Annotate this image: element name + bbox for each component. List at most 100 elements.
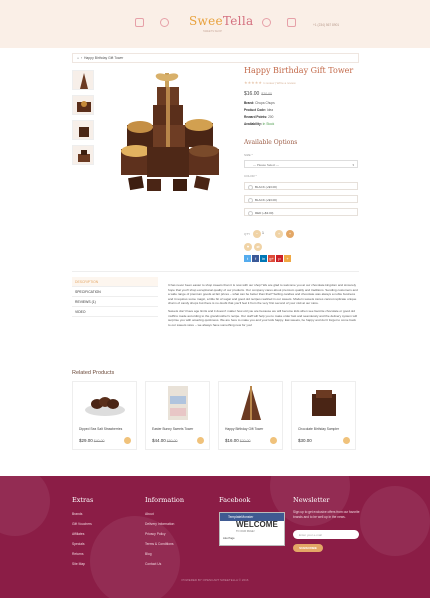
decorative-bubble xyxy=(90,516,180,598)
copyright: POWERED BY OPENCART SWEETELLA © 2016 xyxy=(181,578,249,582)
availability-row: Availability: In Stock xyxy=(244,122,275,126)
menu-icon[interactable] xyxy=(135,18,144,27)
add-to-cart-icon[interactable] xyxy=(197,437,204,444)
subscribe-button[interactable]: SUBSCRIBE xyxy=(293,544,323,552)
code-row: Product Code: Idea xyxy=(244,108,274,112)
footer-link[interactable]: Site Map xyxy=(72,562,85,566)
options-title: Available Options xyxy=(244,139,298,146)
reward-row: Reward Points: 200 xyxy=(244,115,274,119)
site-header: SweeTella SWEETS SHOP +1 (234) 567 8901 xyxy=(0,0,430,48)
site-logo[interactable]: SweeTella xyxy=(189,14,253,28)
footer-link[interactable]: Gift Vouchers xyxy=(72,522,92,526)
size-select[interactable]: --- Please Select --- ▾ xyxy=(244,160,358,168)
home-icon[interactable]: ⌂ xyxy=(77,56,79,60)
add-to-cart-button[interactable]: + xyxy=(286,230,294,238)
related-product-name[interactable]: Chocolate Birthday Sampler xyxy=(298,427,339,431)
footer-link[interactable]: Terms & Conditions xyxy=(145,542,174,546)
old-price: $20.00 xyxy=(261,92,273,96)
cart-icon[interactable] xyxy=(287,18,296,27)
divider xyxy=(72,271,359,272)
related-product-card[interactable]: Dipped Sea Salt Strawberries $29.00$40.0… xyxy=(72,381,137,450)
google-plus-icon[interactable]: g+ xyxy=(268,255,275,262)
twitter-icon[interactable]: t xyxy=(244,255,251,262)
related-product-price: $30.00 xyxy=(298,438,312,443)
footer-link[interactable]: Returns xyxy=(72,552,84,556)
tab-description[interactable]: DESCRIPTION xyxy=(72,277,158,287)
footer-link[interactable]: Delivery Information xyxy=(145,522,174,526)
color-option-2[interactable]: BLACK (+$3.00) xyxy=(244,195,358,203)
footer-link[interactable]: Privacy Policy xyxy=(145,532,166,536)
qty-label: QTY xyxy=(244,232,251,236)
product-main-image[interactable] xyxy=(103,67,237,200)
color-label: COLOR * xyxy=(244,174,257,178)
related-product-image[interactable] xyxy=(146,382,209,424)
related-product-price: $44.00$50.00 xyxy=(152,438,178,443)
rating-stars: ★★★★★ 1 review | Write a review xyxy=(244,80,296,85)
description-paragraph-1: It has never been easier to shop sweets … xyxy=(168,283,358,306)
thumbnail-1[interactable] xyxy=(72,70,94,90)
logo-tagline: SWEETS SHOP xyxy=(203,30,223,33)
footer-link[interactable]: Blog xyxy=(145,552,152,556)
related-product-image[interactable] xyxy=(219,382,282,424)
thumbnail-3[interactable] xyxy=(72,120,94,140)
product-title: Happy Birthday Gift Tower xyxy=(244,66,354,75)
breadcrumb: ⌂ › Happy Birthday Gift Tower xyxy=(72,53,359,63)
add-to-cart-icon[interactable] xyxy=(343,437,350,444)
chevron-down-icon: ▾ xyxy=(352,163,354,167)
footer-link[interactable]: Specials xyxy=(72,542,84,546)
related-product-card[interactable]: Chocolate Birthday Sampler $30.00 xyxy=(291,381,356,450)
facebook-sub: TO OUR PAGE! xyxy=(236,530,255,533)
brand-link[interactable]: Chupa Chups xyxy=(255,101,275,105)
qty-input[interactable]: 1 xyxy=(262,231,264,235)
related-product-card[interactable]: Easter Bunny Sweets Tower $44.00$50.00 xyxy=(145,381,210,450)
qty-minus-button[interactable]: − xyxy=(253,230,261,238)
search-icon[interactable] xyxy=(262,18,271,27)
color-option-1[interactable]: BLACK (+$3.00) xyxy=(244,182,358,190)
footer-link[interactable]: About xyxy=(145,512,154,516)
related-product-image[interactable] xyxy=(292,382,355,424)
footer-extras-title: Extras xyxy=(72,496,94,504)
related-product-card[interactable]: Happy Birthday Gift Tower $16.00$20.00 xyxy=(218,381,283,450)
related-product-name[interactable]: Dipped Sea Salt Strawberries xyxy=(79,427,122,431)
linkedin-icon[interactable]: in xyxy=(260,255,267,262)
related-products-title: Related Products xyxy=(72,370,115,376)
footer-link[interactable]: Affiliates xyxy=(72,532,84,536)
pinterest-icon[interactable]: p xyxy=(276,255,283,262)
related-product-name[interactable]: Happy Birthday Gift Tower xyxy=(225,427,263,431)
share-icon[interactable]: + xyxy=(284,255,291,262)
related-product-price: $29.00$40.00 xyxy=(79,438,105,443)
add-to-cart-icon[interactable] xyxy=(270,437,277,444)
breadcrumb-current[interactable]: Happy Birthday Gift Tower xyxy=(84,56,123,60)
tab-specification[interactable]: SPECIFICATION xyxy=(72,287,158,297)
add-to-cart-icon[interactable] xyxy=(124,437,131,444)
brand-row: Brand: Chupa Chups xyxy=(244,101,275,105)
facebook-like-button[interactable]: Like Page xyxy=(223,537,235,540)
compare-icon[interactable]: ⇄ xyxy=(254,243,262,251)
thumbnail-2[interactable] xyxy=(72,95,94,115)
thumbnail-4[interactable] xyxy=(72,145,94,165)
facebook-widget[interactable]: TemplateMonster WELCOME TO OUR PAGE! Lik… xyxy=(219,512,285,546)
description-paragraph-2: Sweets don't have age limits and it does… xyxy=(168,308,357,327)
reviews-link[interactable]: 1 review | Write a review xyxy=(263,81,296,85)
footer-newsletter-title: Newsletter xyxy=(293,496,330,504)
product-price: $16.00 $20.00 xyxy=(244,91,273,97)
color-option-3[interactable]: RED (+$3.00) xyxy=(244,208,358,216)
size-label: SIZE * xyxy=(244,153,253,157)
footer-info-title: Information xyxy=(145,496,185,504)
footer-link[interactable]: Brands xyxy=(72,512,82,516)
wishlist-icon[interactable]: ♥ xyxy=(244,243,252,251)
footer-facebook-title: Facebook xyxy=(219,496,251,504)
product-tabs: DESCRIPTION SPECIFICATION REVIEWS (1) VI… xyxy=(72,277,158,317)
footer-link[interactable]: Contact Us xyxy=(145,562,161,566)
settings-icon[interactable] xyxy=(160,18,169,27)
related-product-image[interactable] xyxy=(73,382,136,424)
tab-reviews[interactable]: REVIEWS (1) xyxy=(72,297,158,307)
qty-plus-button[interactable]: + xyxy=(275,230,283,238)
related-product-price: $16.00$20.00 xyxy=(225,438,251,443)
related-product-name[interactable]: Easter Bunny Sweets Tower xyxy=(152,427,193,431)
facebook-icon[interactable]: f xyxy=(252,255,259,262)
description-text: It has never been easier to shop sweets … xyxy=(168,283,358,327)
tab-video[interactable]: VIDEO xyxy=(72,307,158,317)
newsletter-email-input[interactable]: Enter your e-mail xyxy=(293,530,359,539)
newsletter-text: Sign up to get exclusive offers from our… xyxy=(293,510,360,519)
